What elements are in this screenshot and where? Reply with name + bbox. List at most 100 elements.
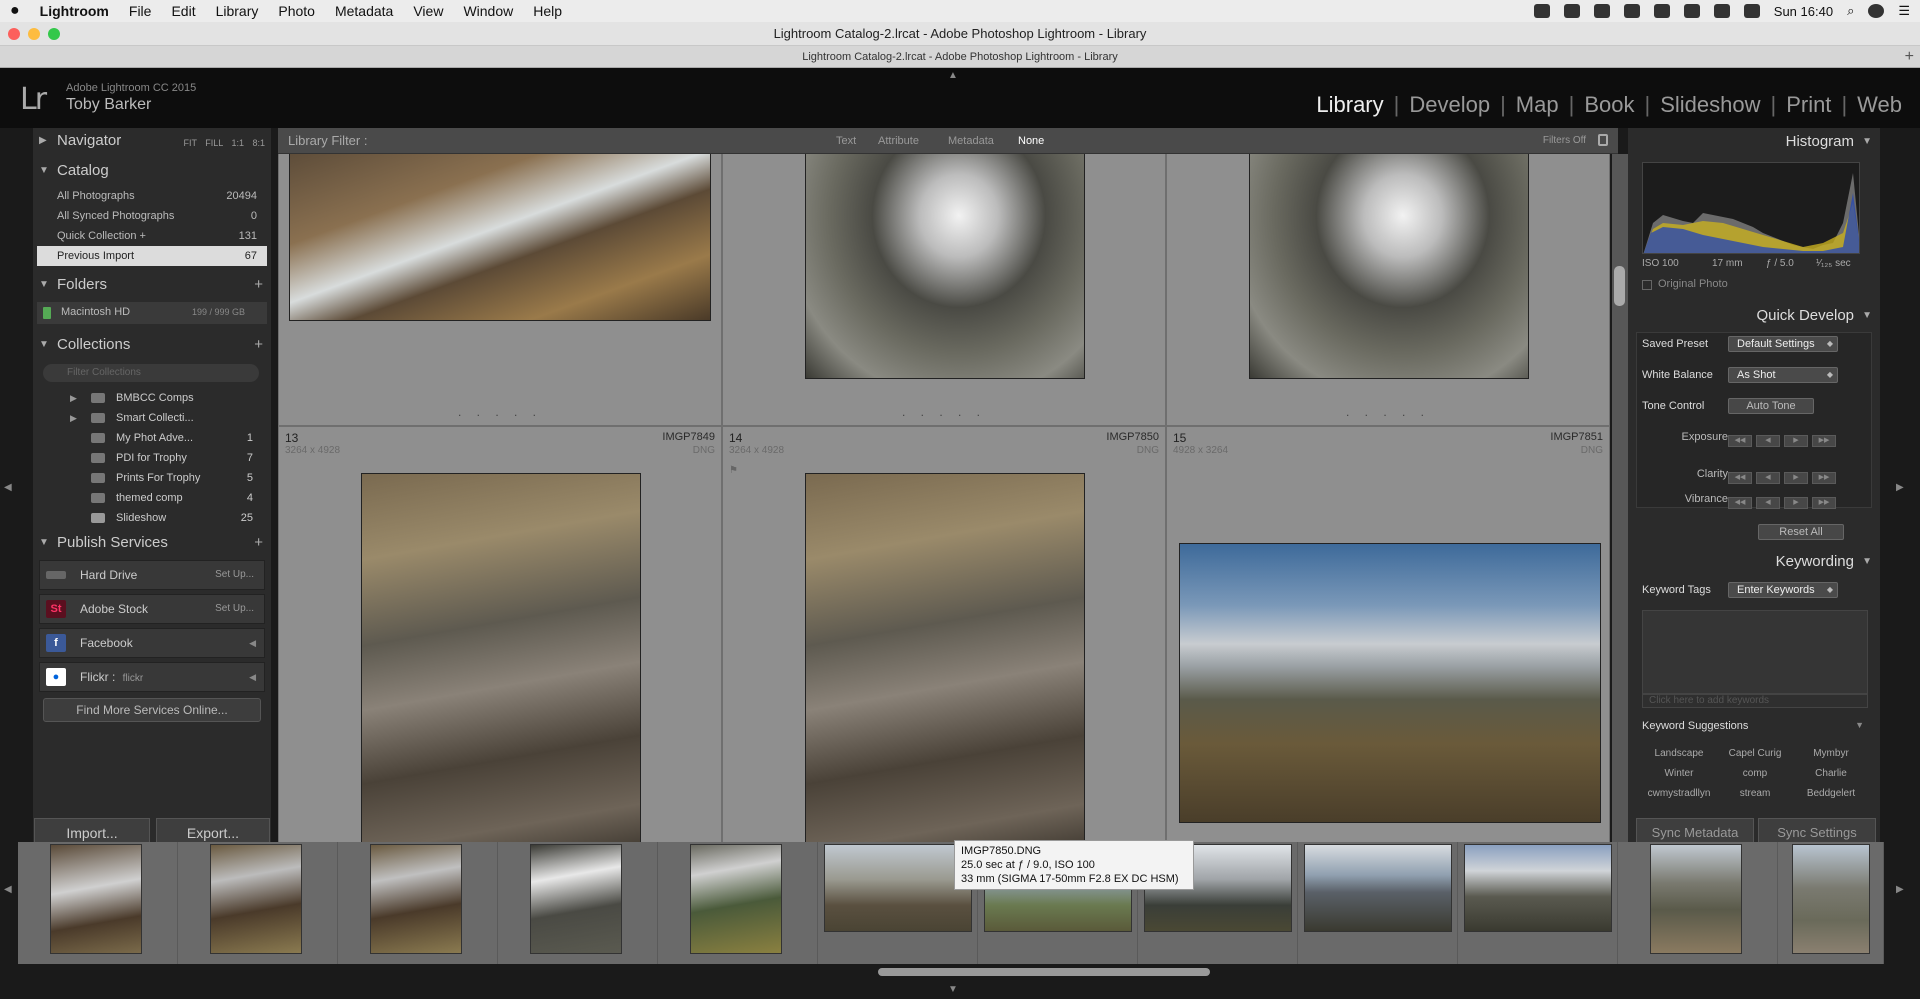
arrow-icon[interactable] bbox=[1593, 4, 1610, 18]
service-arrow-icon[interactable]: ◀ bbox=[249, 629, 256, 657]
new-tab-icon[interactable]: + bbox=[1905, 46, 1914, 68]
publish-flickr[interactable]: ● Flickr : flickr ◀ bbox=[39, 662, 265, 692]
menu-file[interactable]: File bbox=[119, 3, 162, 19]
menu-view[interactable]: View bbox=[403, 3, 453, 19]
wifi-icon[interactable] bbox=[1683, 4, 1700, 18]
original-photo-checkbox[interactable] bbox=[1642, 280, 1652, 290]
collapse-icon[interactable]: ▼ bbox=[1862, 304, 1872, 328]
catalog-item-all-photographs[interactable]: All Photographs 20494 bbox=[37, 186, 267, 206]
menu-library[interactable]: Library bbox=[206, 3, 269, 19]
filmstrip-thumbnail[interactable] bbox=[210, 844, 302, 954]
volume-icon[interactable] bbox=[1743, 4, 1760, 18]
photo-thumbnail[interactable] bbox=[1249, 154, 1529, 379]
clarity-steppers[interactable]: ◀◀ ◀ ▶ ▶▶ bbox=[1728, 468, 1848, 484]
siri-icon[interactable] bbox=[1868, 4, 1885, 18]
keyword-suggestion[interactable]: stream bbox=[1718, 788, 1792, 799]
filmstrip-thumbnail[interactable] bbox=[1650, 844, 1742, 954]
right-panel-toggle-icon[interactable]: ▶ bbox=[1896, 482, 1904, 493]
menu-window[interactable]: Window bbox=[453, 3, 523, 19]
collection-item[interactable]: ▶ Smart Collecti... bbox=[37, 408, 267, 428]
keyword-tags-dropdown[interactable]: Enter Keywords ◆ bbox=[1728, 582, 1838, 598]
expand-icon[interactable]: ▶ bbox=[39, 130, 47, 152]
zoom-window-icon[interactable] bbox=[48, 28, 60, 40]
keyword-suggestion[interactable]: Charlie bbox=[1794, 768, 1868, 779]
bottom-panel-toggle-icon[interactable]: ▼ bbox=[948, 984, 958, 995]
find-more-services-button[interactable]: Find More Services Online... bbox=[43, 698, 261, 722]
photo-thumbnail[interactable] bbox=[361, 473, 641, 844]
filters-off-dropdown[interactable]: Filters Off bbox=[1543, 128, 1586, 154]
grid-cell-15[interactable]: 15 IMGP7851 4928 x 3264 DNG bbox=[1166, 426, 1610, 844]
filmstrip-cell[interactable] bbox=[338, 842, 498, 964]
photo-thumbnail[interactable] bbox=[805, 473, 1085, 844]
saved-preset-dropdown[interactable]: Default Settings ◆ bbox=[1728, 336, 1838, 352]
add-collection-icon[interactable]: + bbox=[254, 334, 263, 356]
filmstrip-thumbnail[interactable] bbox=[530, 844, 622, 954]
collection-item[interactable]: themed comp 4 bbox=[37, 488, 267, 508]
service-setup[interactable]: Set Up... bbox=[215, 561, 254, 589]
collection-item[interactable]: ▶ BMBCC Comps bbox=[37, 388, 267, 408]
grid-scrollbar-thumb[interactable] bbox=[1614, 266, 1625, 306]
filmstrip-cell[interactable] bbox=[178, 842, 338, 964]
cc-icon[interactable] bbox=[1563, 4, 1580, 18]
expand-icon[interactable]: ▶ bbox=[70, 408, 77, 428]
collection-filter-input[interactable]: Filter Collections bbox=[43, 364, 259, 382]
collection-item[interactable]: Prints For Trophy 5 bbox=[37, 468, 267, 488]
filmstrip-thumbnail[interactable] bbox=[1464, 844, 1612, 932]
filter-tab-none[interactable]: None bbox=[1018, 128, 1044, 154]
grid-scrollbar[interactable] bbox=[1612, 154, 1628, 844]
vibrance-steppers[interactable]: ◀◀ ◀ ▶ ▶▶ bbox=[1728, 493, 1848, 509]
filmstrip-right-icon[interactable]: ▶ bbox=[1896, 884, 1904, 895]
menu-help[interactable]: Help bbox=[523, 3, 572, 19]
filter-tab-metadata[interactable]: Metadata bbox=[948, 128, 994, 154]
menu-photo[interactable]: Photo bbox=[268, 3, 325, 19]
module-slideshow[interactable]: Slideshow bbox=[1656, 92, 1764, 118]
keyword-suggestion[interactable]: comp bbox=[1718, 768, 1792, 779]
keywording-header[interactable]: Keywording ▼ bbox=[1628, 550, 1880, 574]
module-map[interactable]: Map bbox=[1512, 92, 1563, 118]
lock-icon[interactable] bbox=[1598, 134, 1608, 146]
grid-cell[interactable]: . . . . . bbox=[278, 154, 722, 426]
publish-adobe-stock[interactable]: St Adobe Stock Set Up... bbox=[39, 594, 265, 624]
collapse-icon[interactable]: ▼ bbox=[39, 532, 49, 554]
filmstrip-thumbnail[interactable] bbox=[50, 844, 142, 954]
auto-tone-button[interactable]: Auto Tone bbox=[1728, 398, 1814, 414]
collection-item[interactable]: My Phot Adve... 1 bbox=[37, 428, 267, 448]
histogram[interactable] bbox=[1642, 162, 1860, 254]
module-print[interactable]: Print bbox=[1782, 92, 1835, 118]
filmstrip-thumbnail[interactable] bbox=[690, 844, 782, 954]
navigator-zoom-options[interactable]: FIT FILL 1:1 8:1 bbox=[183, 132, 265, 154]
keyword-suggestion[interactable]: Winter bbox=[1642, 768, 1716, 779]
window-tab-title[interactable]: Lightroom Catalog-2.lrcat - Adobe Photos… bbox=[802, 51, 1118, 63]
filmstrip-cell[interactable] bbox=[1618, 842, 1778, 964]
keyword-entry-box[interactable] bbox=[1642, 610, 1868, 694]
keyword-suggestion[interactable]: Beddgelert bbox=[1794, 788, 1868, 799]
time-machine-icon[interactable] bbox=[1623, 4, 1640, 18]
collapse-icon[interactable]: ▼ bbox=[1862, 550, 1872, 574]
publish-services-header[interactable]: ▼ Publish Services + bbox=[33, 532, 271, 554]
notification-icon[interactable]: ☰ bbox=[1898, 3, 1910, 19]
filmstrip-scrollbar[interactable] bbox=[878, 968, 1210, 976]
filmstrip-cell[interactable] bbox=[658, 842, 818, 964]
service-setup[interactable]: Set Up... bbox=[215, 595, 254, 623]
filmstrip-thumbnail[interactable] bbox=[370, 844, 462, 954]
catalog-item-synced[interactable]: All Synced Photographs 0 bbox=[37, 206, 267, 226]
photo-thumbnail[interactable] bbox=[805, 154, 1085, 379]
collapse-icon[interactable]: ▼ bbox=[1862, 130, 1872, 154]
collapse-icon[interactable]: ▼ bbox=[39, 334, 49, 356]
filmstrip-left-icon[interactable]: ◀ bbox=[4, 884, 12, 895]
photo-thumbnail[interactable] bbox=[1179, 543, 1601, 823]
left-panel-toggle-icon[interactable]: ◀ bbox=[4, 482, 12, 493]
catalog-item-quick-collection[interactable]: Quick Collection + 131 bbox=[37, 226, 267, 246]
module-book[interactable]: Book bbox=[1580, 92, 1638, 118]
filmstrip-thumbnail[interactable] bbox=[824, 844, 972, 932]
dropbox-icon[interactable] bbox=[1533, 4, 1550, 18]
filter-tab-text[interactable]: Text bbox=[836, 128, 856, 154]
collapse-icon[interactable]: ▼ bbox=[39, 274, 49, 296]
collapse-icon[interactable]: ▼ bbox=[39, 160, 49, 182]
folders-header[interactable]: ▼ Folders + bbox=[33, 274, 271, 296]
folder-macintosh-hd[interactable]: Macintosh HD 199 / 999 GB bbox=[37, 302, 267, 324]
add-publish-service-icon[interactable]: + bbox=[254, 532, 263, 554]
keyword-add-input[interactable]: Click here to add keywords bbox=[1642, 694, 1868, 708]
module-develop[interactable]: Develop bbox=[1405, 92, 1494, 118]
expand-icon[interactable]: ▶ bbox=[70, 388, 77, 408]
